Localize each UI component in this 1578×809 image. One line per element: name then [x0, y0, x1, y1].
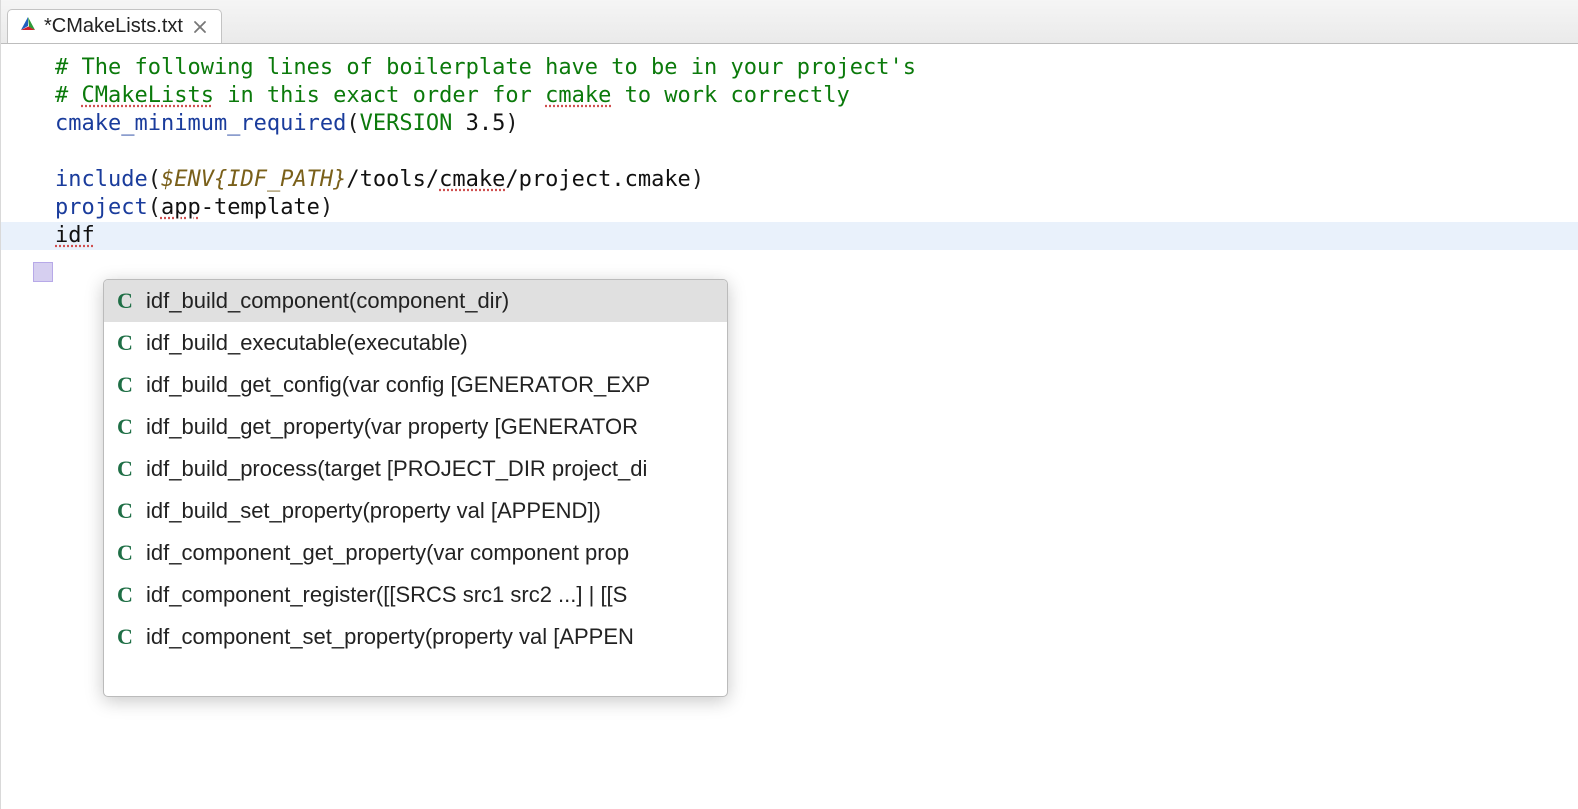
code-editor[interactable]: # The following lines of boilerplate hav… — [1, 44, 1578, 250]
suggestion-item[interactable]: C idf_build_set_property(property val [A… — [104, 490, 727, 532]
code-comment: cmake — [545, 82, 611, 110]
code-identifier: include — [55, 166, 148, 194]
suggestion-label: idf_build_set_property(property val [APP… — [146, 498, 601, 524]
code-paren: ( — [346, 110, 359, 138]
code-variable: $ENV{ — [161, 166, 227, 194]
code-keyword: VERSION — [360, 110, 453, 138]
code-arg: -template — [201, 194, 320, 222]
cmake-kind-icon: C — [114, 498, 136, 524]
suggestion-label: idf_build_process(target [PROJECT_DIR pr… — [146, 456, 647, 482]
code-paren: ) — [691, 166, 704, 194]
suggestion-item[interactable]: C idf_build_executable(executable) — [104, 322, 727, 364]
code-path: /tools/ — [346, 166, 439, 194]
code-comment: CMakeLists — [82, 82, 214, 110]
suggestion-label: idf_component_get_property(var component… — [146, 540, 629, 566]
suggestion-label: idf_build_get_property(var property [GEN… — [146, 414, 638, 440]
suggestion-label: idf_component_set_property(property val … — [146, 624, 634, 650]
code-number: 3.5 — [466, 110, 506, 138]
cmake-kind-icon: C — [114, 288, 136, 314]
code-identifier: cmake_minimum_required — [55, 110, 346, 138]
code-paren: ) — [320, 194, 333, 222]
cmake-file-icon — [20, 15, 36, 38]
suggestion-item[interactable]: C idf_build_process(target [PROJECT_DIR … — [104, 448, 727, 490]
code-variable: } — [333, 166, 346, 194]
gutter-marker — [33, 262, 53, 282]
tab-cmakelists[interactable]: *CMakeLists.txt — [7, 9, 222, 43]
cmake-kind-icon: C — [114, 330, 136, 356]
code-paren: ( — [148, 194, 161, 222]
cmake-kind-icon: C — [114, 624, 136, 650]
editor-viewport: *CMakeLists.txt # The following lines of… — [0, 0, 1578, 809]
close-tab-icon[interactable] — [191, 18, 209, 36]
tab-title: *CMakeLists.txt — [44, 15, 183, 38]
code-space — [452, 110, 465, 138]
suggestion-item[interactable]: C idf_component_register([[SRCS src1 src… — [104, 574, 727, 616]
cmake-kind-icon: C — [114, 582, 136, 608]
code-comment: # The following lines of boilerplate hav… — [55, 54, 916, 82]
tab-bar: *CMakeLists.txt — [1, 0, 1578, 44]
suggestion-item[interactable]: C idf_component_get_property(var compone… — [104, 532, 727, 574]
suggestion-label: idf_build_executable(executable) — [146, 330, 468, 356]
cmake-kind-icon: C — [114, 414, 136, 440]
suggestion-label: idf_build_component(component_dir) — [146, 288, 509, 314]
cmake-kind-icon: C — [114, 456, 136, 482]
suggestion-item[interactable]: C idf_build_get_property(var property [G… — [104, 406, 727, 448]
code-identifier: project — [55, 194, 148, 222]
suggestion-item[interactable]: C idf_build_get_config(var config [GENER… — [104, 364, 727, 406]
cmake-kind-icon: C — [114, 540, 136, 566]
suggestion-label: idf_build_get_config(var config [GENERAT… — [146, 372, 650, 398]
suggestion-item[interactable]: C idf_build_component(component_dir) — [104, 280, 727, 322]
code-arg: app — [161, 194, 201, 222]
code-path: cmake — [439, 166, 505, 194]
code-path: /project.cmake — [505, 166, 690, 194]
cmake-kind-icon: C — [114, 372, 136, 398]
code-variable: IDF_PATH — [227, 166, 333, 194]
code-paren: ( — [148, 166, 161, 194]
autocomplete-popup[interactable]: C idf_build_component(component_dir) C i… — [103, 279, 728, 697]
code-comment: in this exact order for — [214, 82, 545, 110]
code-typed: idf — [55, 222, 95, 250]
code-paren: ) — [505, 110, 518, 138]
code-comment: to work correctly — [611, 82, 849, 110]
code-comment: # — [55, 82, 82, 110]
suggestion-label: idf_component_register([[SRCS src1 src2 … — [146, 582, 627, 608]
suggestion-item[interactable]: C idf_component_set_property(property va… — [104, 616, 727, 658]
